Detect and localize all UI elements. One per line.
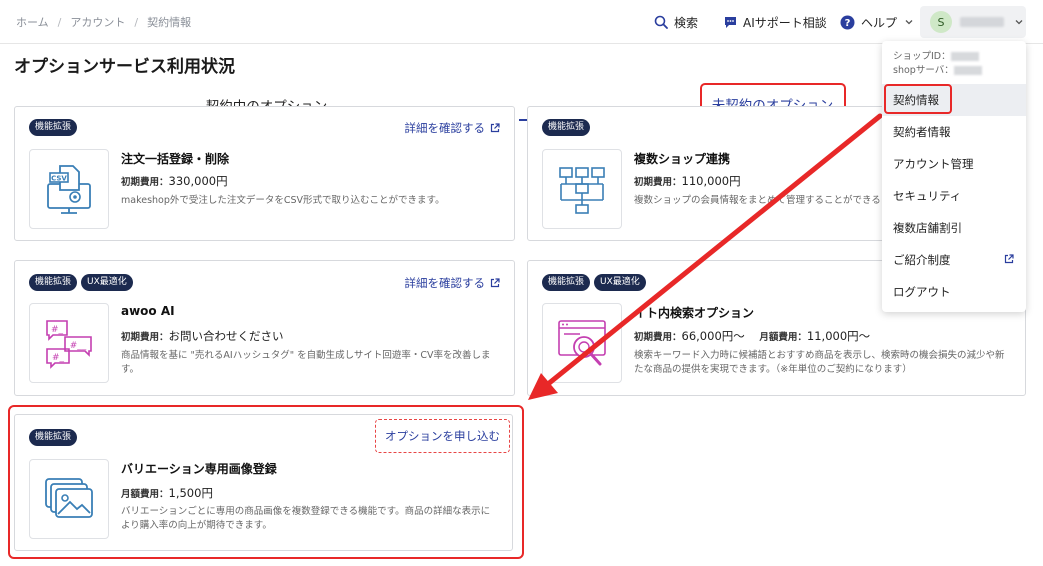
option-card-awoo-ai: 機能拡張 UX最適化 詳細を確認する #_ #__ #_ awoo AI 初期費… (14, 260, 515, 396)
badge-feature: 機能拡張 (29, 119, 78, 136)
avatar: S (930, 11, 952, 33)
card-highlight-box (8, 405, 524, 559)
badge-feature: 機能拡張 (542, 274, 591, 291)
shop-server-label: shopサーバ： (893, 65, 954, 76)
breadcrumb: ホーム / アカウント / 契約情報 (16, 16, 192, 29)
card-price: 初期費用：66,000円〜 月額費用：11,000円〜 (634, 328, 870, 344)
price-value: お問い合わせください (168, 329, 284, 343)
search-label: 検索 (674, 15, 699, 30)
price-value: 330,000円 (168, 174, 228, 188)
detail-link[interactable]: 詳細を確認する (405, 120, 501, 136)
menu-item-logout[interactable]: ログアウト (882, 276, 1026, 308)
menu-item-highlight-box (884, 84, 952, 114)
help-icon: ? (840, 15, 855, 29)
breadcrumb-home[interactable]: ホーム (16, 16, 49, 29)
price-label: 初期費用： (634, 177, 682, 188)
menu-item-security[interactable]: セキュリティ (882, 180, 1026, 212)
badge-ux: UX最適化 (81, 274, 133, 291)
price2-label: 月額費用： (759, 332, 807, 343)
shop-id-label: ショップID： (893, 51, 951, 62)
option-card-order-import: 機能拡張 詳細を確認する CSV 注文一括登録・削除 初期費用：330,000円… (14, 106, 515, 241)
search-button[interactable]: 検索 (654, 12, 698, 32)
breadcrumb-account[interactable]: アカウント (70, 16, 125, 29)
svg-text:#_: #_ (52, 353, 65, 363)
user-dropdown-menu: ショップID： shopサーバ： 契約情報 契約者情報 アカウント管理 セキュリ… (882, 41, 1026, 312)
hashtag-chat-icon: #_ #__ #_ (29, 303, 109, 383)
badge-feature: 機能拡張 (29, 274, 78, 291)
detail-link-label: 詳細を確認する (404, 121, 486, 135)
external-link-icon (490, 123, 500, 133)
search-window-icon (542, 303, 622, 383)
shop-id-redacted (950, 52, 979, 61)
network-icon (542, 149, 622, 229)
card-title: 注文一括登録・削除 (121, 152, 230, 166)
help-button[interactable]: ? ヘルプ (840, 12, 914, 32)
card-title: イト内検索オプション (634, 306, 755, 320)
svg-text:#_: #_ (51, 325, 64, 335)
menu-item-referral-label: ご紹介制度 (893, 253, 951, 267)
chevron-down-icon (1015, 20, 1023, 25)
shop-server-redacted (953, 66, 982, 75)
menu-item-account-management[interactable]: アカウント管理 (882, 148, 1026, 180)
badge-ux: UX最適化 (594, 274, 646, 291)
ai-support-button[interactable]: AIサポート相談 (724, 12, 827, 32)
svg-text:#__: #__ (70, 341, 87, 351)
card-description: 商品情報を基に "売れるAIハッシュタグ" を自動生成しサイト回遊率・CV率を改… (121, 350, 491, 375)
top-bar: ホーム / アカウント / 契約情報 検索 AIサポート相談 ? ヘルプ S (0, 0, 1043, 44)
menu-item-contractor-info[interactable]: 契約者情報 (882, 116, 1026, 148)
chevron-down-icon (905, 20, 913, 25)
card-description: 複数ショップの会員情報をまとめて管理することができる (634, 195, 881, 206)
price-value: 66,000円〜 (681, 329, 745, 343)
detail-link-label: 詳細を確認する (404, 276, 486, 290)
price-label: 初期費用： (121, 332, 169, 343)
card-price: 初期費用：お問い合わせください (121, 328, 284, 344)
csv-monitor-icon: CSV (29, 149, 109, 229)
menu-item-multi-store-discount[interactable]: 複数店舗割引 (882, 212, 1026, 244)
detail-link[interactable]: 詳細を確認する (405, 275, 501, 291)
price2-value: 11,000円〜 (806, 329, 871, 343)
shop-info: ショップID： shopサーバ： (882, 41, 1026, 78)
card-price: 初期費用：330,000円 (121, 173, 228, 189)
breadcrumb-contract: 契約情報 (147, 16, 192, 29)
menu-item-referral[interactable]: ご紹介制度 (882, 244, 1026, 276)
price-value: 110,000円 (681, 174, 741, 188)
help-label: ヘルプ (861, 15, 898, 30)
chat-icon (725, 16, 736, 28)
card-title: 複数ショップ連携 (634, 152, 731, 166)
svg-text:CSV: CSV (51, 175, 67, 183)
badge-feature: 機能拡張 (542, 119, 591, 136)
user-menu-button[interactable]: S (920, 6, 1026, 38)
user-name-redacted (960, 17, 1004, 27)
card-price: 初期費用：110,000円 (634, 173, 741, 189)
price-label: 初期費用： (121, 177, 169, 188)
search-icon (654, 15, 668, 29)
card-description: makeshop外で受注した注文データをCSV形式で取り込むことができます。 (121, 195, 445, 206)
external-link-icon (490, 278, 500, 288)
card-title: awoo AI (121, 304, 175, 318)
ai-support-label: AIサポート相談 (743, 15, 827, 30)
page-title: オプションサービス利用状況 (14, 57, 235, 77)
external-link-icon (1004, 254, 1014, 264)
card-description: 検索キーワード入力時に候補語とおすすめ商品を表示し、検索時の機会損失の減少や新た… (634, 350, 1005, 375)
svg-text:?: ? (845, 18, 851, 29)
price-label: 初期費用： (634, 332, 682, 343)
